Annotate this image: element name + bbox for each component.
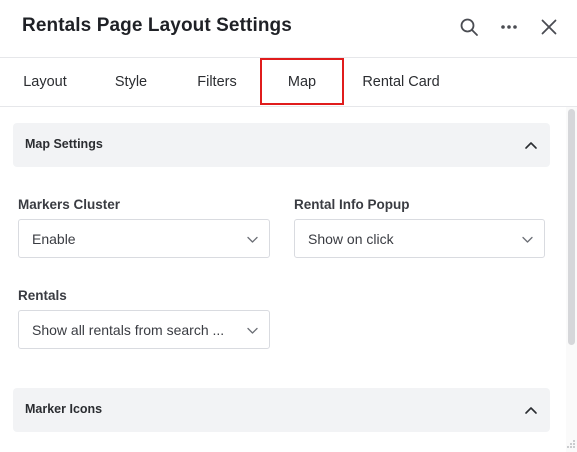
tab-filters-label: Filters xyxy=(197,74,237,90)
tab-style-label: Style xyxy=(114,74,148,90)
settings-content: Map Settings Markers Cluster Enable Rent… xyxy=(0,107,566,452)
tab-rental-card-label: Rental Card xyxy=(362,74,440,90)
close-icon[interactable] xyxy=(538,16,560,38)
rental-info-popup-value: Show on click xyxy=(308,231,394,247)
panel-header: Rentals Page Layout Settings xyxy=(0,0,577,58)
chevron-down-icon xyxy=(522,236,533,243)
rentals-select[interactable]: Show all rentals from search ... xyxy=(18,310,270,349)
chevron-up-icon xyxy=(525,142,537,149)
chevron-down-icon xyxy=(247,236,258,243)
vertical-scrollbar[interactable] xyxy=(566,107,577,452)
resize-handle-icon[interactable] xyxy=(566,438,577,450)
tab-layout[interactable]: Layout xyxy=(10,58,80,106)
map-settings-section-header[interactable]: Map Settings xyxy=(13,123,550,167)
panel-title: Rentals Page Layout Settings xyxy=(22,15,292,36)
tab-rental-card[interactable]: Rental Card xyxy=(352,58,450,106)
markers-cluster-value: Enable xyxy=(32,231,76,247)
tab-map[interactable]: Map xyxy=(260,58,344,105)
map-settings-title: Map Settings xyxy=(25,137,103,151)
tab-bar: Layout Style Filters Map Rental Card xyxy=(0,58,577,107)
chevron-up-icon xyxy=(525,407,537,414)
chevron-down-icon xyxy=(247,327,258,334)
search-icon[interactable] xyxy=(458,16,480,38)
more-icon[interactable] xyxy=(498,16,520,38)
tab-style[interactable]: Style xyxy=(100,58,162,106)
scrollbar-thumb[interactable] xyxy=(568,109,575,345)
tab-map-label: Map xyxy=(287,73,317,90)
tab-filters[interactable]: Filters xyxy=(182,58,252,106)
markers-cluster-select[interactable]: Enable xyxy=(18,219,270,258)
rentals-value: Show all rentals from search ... xyxy=(32,322,225,338)
marker-icons-section-header[interactable]: Marker Icons xyxy=(13,388,550,432)
rentals-label: Rentals xyxy=(18,288,67,303)
rental-info-popup-select[interactable]: Show on click xyxy=(294,219,545,258)
rental-info-popup-label: Rental Info Popup xyxy=(294,197,410,212)
tab-layout-label: Layout xyxy=(23,74,67,90)
markers-cluster-label: Markers Cluster xyxy=(18,197,121,212)
marker-icons-title: Marker Icons xyxy=(25,402,103,416)
